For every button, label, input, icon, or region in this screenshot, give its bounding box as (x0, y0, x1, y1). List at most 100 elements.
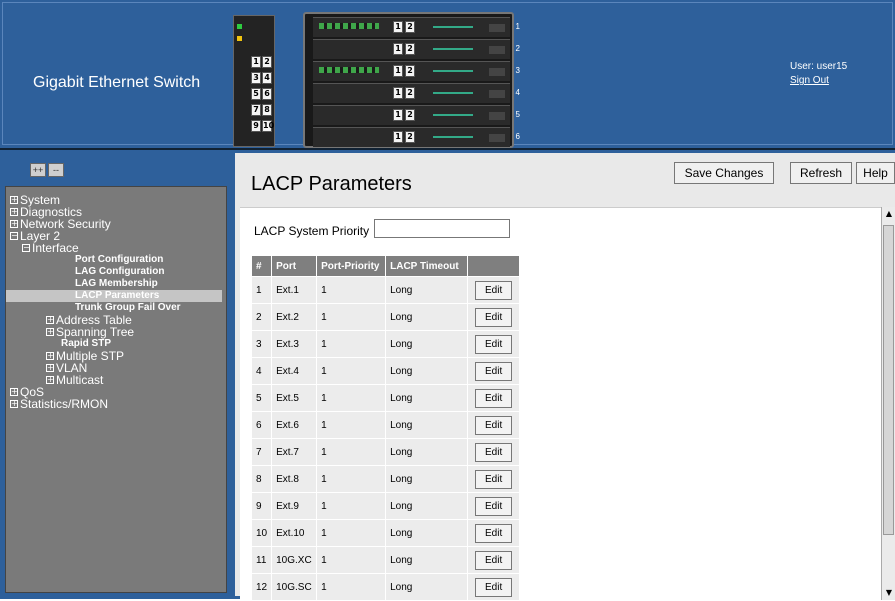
table-row: 12 10G.SC 1 Long Edit (252, 573, 521, 600)
table-row: 9 Ext.9 1 Long Edit (252, 492, 521, 520)
expand-icon[interactable]: + (10, 219, 18, 228)
cell-lacp-timeout: Long (385, 465, 469, 493)
scroll-up-icon[interactable]: ▲ (884, 209, 894, 219)
port-label: 1 (251, 56, 261, 68)
expand-icon[interactable]: + (46, 315, 54, 324)
expand-icon[interactable]: + (46, 351, 54, 360)
port-label: 4 (262, 72, 272, 84)
blade-button-label: 2 (405, 109, 415, 121)
edit-button[interactable]: Edit (475, 577, 513, 597)
cell-action: Edit (467, 411, 521, 439)
edit-button[interactable]: Edit (475, 415, 513, 435)
cell-port-priority: 1 (316, 384, 387, 412)
expand-icon[interactable]: + (10, 399, 18, 408)
help-button[interactable]: Help (856, 162, 895, 184)
cell-lacp-timeout: Long (385, 357, 469, 385)
port-pair: 5 6 (251, 88, 273, 101)
save-changes-button[interactable]: Save Changes (674, 162, 774, 184)
refresh-button[interactable]: Refresh (790, 162, 852, 184)
edit-button[interactable]: Edit (475, 550, 513, 570)
cell-port: Ext.5 (271, 384, 318, 412)
cell-port: Ext.1 (271, 276, 318, 304)
navigation-tree: + System + Diagnostics + Network Security −… (5, 186, 227, 593)
cell-action: Edit (467, 465, 521, 493)
blade-button-label: 1 (393, 65, 403, 77)
tree-item-label: Interface (32, 241, 79, 255)
cell-port-priority: 1 (316, 546, 387, 574)
cell-action: Edit (467, 546, 521, 574)
table-row: 4 Ext.4 1 Long Edit (252, 357, 521, 385)
cell-port: Ext.2 (271, 303, 318, 331)
cell-action: Edit (467, 303, 521, 331)
cell-number: 2 (252, 303, 273, 331)
expand-icon[interactable]: + (46, 375, 54, 384)
app-title: Gigabit Ethernet Switch (33, 74, 201, 91)
edit-button[interactable]: Edit (475, 469, 513, 489)
cell-action: Edit (467, 519, 521, 547)
edit-button[interactable]: Edit (475, 523, 513, 543)
edit-button[interactable]: Edit (475, 280, 513, 300)
collapse-icon[interactable]: − (22, 243, 30, 252)
user-box: User: user15 Sign Out (790, 60, 847, 88)
blade-button-label: 1 (393, 43, 403, 55)
cell-number: 7 (252, 438, 273, 466)
cell-number: 3 (252, 330, 273, 358)
cell-action: Edit (467, 276, 521, 304)
table-row: 10 Ext.10 1 Long Edit (252, 519, 521, 547)
column-header-number: # (252, 256, 273, 277)
collapse-all-button[interactable]: -- (48, 163, 64, 177)
cell-lacp-timeout: Long (385, 411, 469, 439)
expand-icon[interactable]: + (10, 387, 18, 396)
tree-item-statistics-rmon[interactable]: + Statistics/RMON (6, 398, 226, 410)
edit-button[interactable]: Edit (475, 334, 513, 354)
expand-icon[interactable]: + (10, 207, 18, 216)
system-priority-label: LACP System Priority (254, 224, 370, 238)
blade-button-label: 2 (405, 21, 415, 33)
cell-port-priority: 1 (316, 276, 387, 304)
system-priority-input[interactable] (374, 219, 510, 238)
tree-item-lacp-parameters[interactable]: LACP Parameters (6, 290, 222, 302)
scroll-thumb[interactable] (883, 225, 894, 535)
cell-port-priority: 1 (316, 357, 387, 385)
tree-item-lag-membership[interactable]: LAG Membership (6, 278, 226, 290)
port-pair: 7 8 (251, 104, 273, 117)
blade-button-label: 1 (393, 131, 403, 143)
port-pair: 9 10 (251, 120, 274, 133)
collapse-icon[interactable]: − (10, 231, 18, 240)
edit-button[interactable]: Edit (475, 496, 513, 516)
edit-button[interactable]: Edit (475, 361, 513, 381)
expand-all-button[interactable]: ++ (30, 163, 46, 177)
blade-button-label: 1 (393, 109, 403, 121)
edit-button[interactable]: Edit (475, 442, 513, 462)
cell-number: 4 (252, 357, 273, 385)
tree-item-spanning-tree[interactable]: + Spanning Tree (6, 326, 226, 338)
bay-number: 6 (515, 132, 520, 141)
tree-item-interface[interactable]: − Interface (6, 242, 226, 254)
vertical-scrollbar[interactable]: ▲ ▼ (881, 207, 895, 600)
expand-icon[interactable]: + (46, 363, 54, 372)
tree-item-port-configuration[interactable]: Port Configuration (6, 254, 226, 266)
port-label: 2 (262, 56, 272, 68)
tree-item-multiple-stp[interactable]: + Multiple STP (6, 350, 226, 362)
port-label: 9 (251, 120, 261, 132)
expand-icon[interactable]: + (46, 327, 54, 336)
bay-number: 4 (515, 88, 520, 97)
edit-button[interactable]: Edit (475, 388, 513, 408)
sign-out-link[interactable]: Sign Out (790, 74, 847, 88)
tree-item-vlan[interactable]: + VLAN (6, 362, 226, 374)
cell-lacp-timeout: Long (385, 519, 469, 547)
table-row: 5 Ext.5 1 Long Edit (252, 384, 521, 412)
expand-icon[interactable]: + (10, 195, 18, 204)
blade-button-label: 1 (393, 87, 403, 99)
tree-item-lag-configuration[interactable]: LAG Configuration (6, 266, 226, 278)
cell-lacp-timeout: Long (385, 438, 469, 466)
cell-number: 5 (252, 384, 273, 412)
port-pair: 1 2 (251, 56, 273, 69)
scroll-down-icon[interactable]: ▼ (884, 588, 894, 598)
column-header-port-priority: Port-Priority (316, 256, 387, 277)
chassis-blade: 12 6 (313, 127, 520, 147)
cell-port-priority: 1 (316, 303, 387, 331)
edit-button[interactable]: Edit (475, 307, 513, 327)
cell-number: 10 (252, 519, 273, 547)
cell-port-priority: 1 (316, 573, 387, 600)
